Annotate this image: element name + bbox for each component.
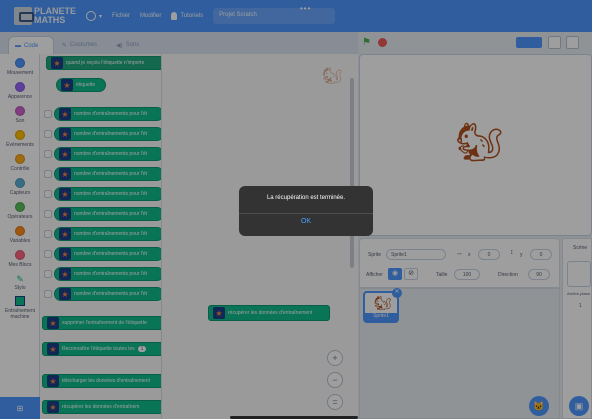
dialog-divider — [239, 213, 373, 214]
ok-button[interactable]: OK — [239, 218, 373, 225]
completion-dialog: La récupération est terminée. OK — [239, 186, 373, 236]
dialog-message: La récupération est terminée. — [266, 195, 346, 201]
